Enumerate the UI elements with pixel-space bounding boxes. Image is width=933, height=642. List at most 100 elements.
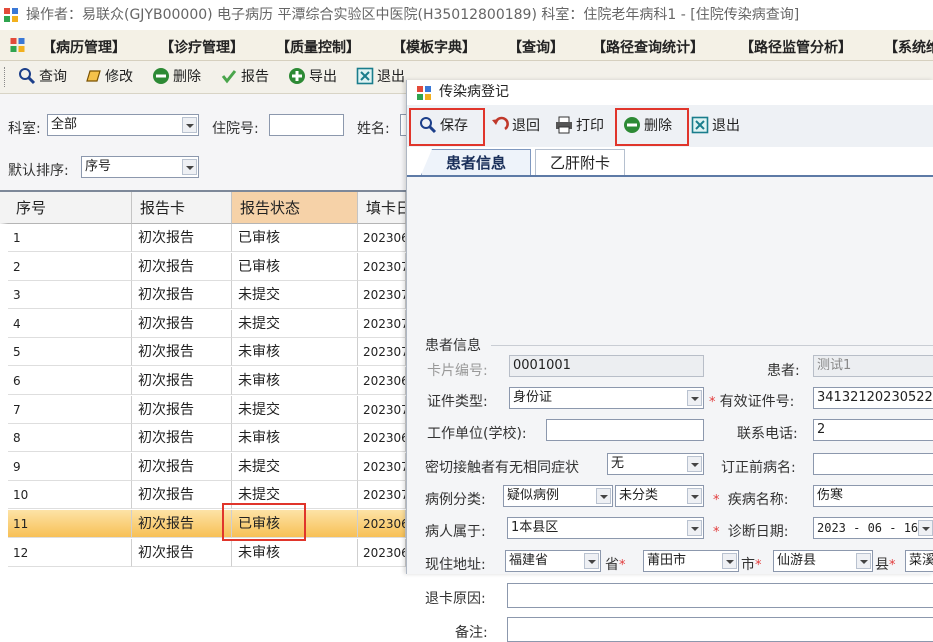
cell-report-status[interactable]: 未审核 bbox=[232, 424, 358, 453]
cell-no[interactable]: 12 bbox=[8, 538, 132, 567]
cell-fill-date[interactable]: 202307 bbox=[358, 452, 406, 481]
cell-report-card[interactable]: 初次报告 bbox=[132, 510, 232, 538]
chevron-down-icon[interactable] bbox=[687, 520, 702, 536]
menu-app-icon[interactable] bbox=[10, 38, 25, 52]
cell-no[interactable]: 10 bbox=[8, 481, 132, 510]
report-button[interactable]: 报告 bbox=[220, 67, 269, 87]
work-unit-input[interactable] bbox=[546, 419, 704, 441]
prev-disease-input[interactable] bbox=[813, 453, 933, 475]
cell-no[interactable]: 2 bbox=[8, 252, 132, 281]
cell-report-card[interactable]: 初次报告 bbox=[132, 452, 232, 481]
remark-input[interactable] bbox=[507, 617, 933, 642]
cell-fill-date[interactable]: 202306 bbox=[358, 424, 406, 453]
cell-report-card[interactable]: 初次报告 bbox=[132, 481, 232, 510]
chevron-down-icon[interactable] bbox=[722, 553, 737, 569]
menu-item-template-dictionary[interactable]: 【模板字典】 bbox=[392, 37, 476, 57]
cell-report-card[interactable]: 初次报告 bbox=[132, 395, 232, 424]
cell-report-card[interactable]: 初次报告 bbox=[132, 224, 232, 252]
dialog-exit-button[interactable]: 退出 bbox=[691, 116, 740, 136]
cell-no[interactable]: 11 bbox=[8, 510, 132, 538]
chevron-down-icon[interactable] bbox=[182, 159, 197, 175]
cell-no[interactable]: 6 bbox=[8, 367, 132, 395]
town-select[interactable]: 菜溪 bbox=[905, 550, 933, 572]
tab-hepatitis-b-card[interactable]: 乙肝附卡 bbox=[535, 149, 625, 175]
city-select[interactable]: 莆田市 bbox=[643, 550, 739, 572]
belong-select[interactable]: 1本县区 bbox=[507, 517, 704, 539]
cell-no[interactable]: 8 bbox=[8, 424, 132, 453]
cell-report-status[interactable]: 未审核 bbox=[232, 338, 358, 367]
chevron-down-icon[interactable] bbox=[596, 488, 611, 504]
cell-no[interactable]: 7 bbox=[8, 395, 132, 424]
print-button[interactable]: 打印 bbox=[555, 116, 604, 136]
chevron-down-icon[interactable] bbox=[584, 553, 599, 569]
cell-report-card[interactable]: 初次报告 bbox=[132, 367, 232, 395]
cell-report-card[interactable]: 初次报告 bbox=[132, 424, 232, 453]
chevron-down-icon[interactable] bbox=[856, 553, 871, 569]
cell-fill-date[interactable]: 202306 bbox=[358, 224, 406, 252]
disease-input[interactable]: 伤寒 bbox=[813, 485, 933, 507]
inpatient-no-input[interactable] bbox=[269, 114, 344, 136]
cell-fill-date[interactable]: 202307 bbox=[358, 338, 406, 367]
cell-fill-date[interactable]: 202307 bbox=[358, 281, 406, 310]
cell-report-status[interactable]: 未提交 bbox=[232, 309, 358, 338]
edit-button[interactable]: 修改 bbox=[84, 67, 133, 87]
cell-fill-date[interactable]: 202307 bbox=[358, 309, 406, 338]
cell-report-card[interactable]: 初次报告 bbox=[132, 309, 232, 338]
cell-report-status[interactable]: 已审核 bbox=[232, 252, 358, 281]
cell-no[interactable]: 5 bbox=[8, 338, 132, 367]
id-no-input[interactable]: 3413212023052247 bbox=[813, 387, 933, 409]
cell-no[interactable]: 9 bbox=[8, 452, 132, 481]
cell-report-status[interactable]: 未提交 bbox=[232, 281, 358, 310]
id-type-select[interactable]: 身份证 bbox=[509, 387, 704, 409]
cell-fill-date[interactable]: 202307 bbox=[358, 481, 406, 510]
phone-input[interactable]: 2 bbox=[813, 419, 933, 441]
export-button[interactable]: 导出 bbox=[288, 67, 337, 87]
chevron-down-icon[interactable] bbox=[687, 488, 702, 504]
cell-no[interactable]: 3 bbox=[8, 281, 132, 310]
cell-fill-date[interactable]: 202306 bbox=[358, 510, 406, 538]
column-header-no[interactable]: 序号 bbox=[0, 192, 132, 224]
toolbar-grip[interactable] bbox=[4, 67, 7, 87]
county-select[interactable]: 仙游县 bbox=[773, 550, 873, 572]
cell-report-status[interactable]: 未提交 bbox=[232, 395, 358, 424]
menu-item-quality-control[interactable]: 【质量控制】 bbox=[276, 37, 360, 57]
cell-report-card[interactable]: 初次报告 bbox=[132, 338, 232, 367]
column-header-fill-date[interactable]: 填卡日 bbox=[358, 192, 406, 224]
chevron-down-icon[interactable] bbox=[687, 456, 702, 472]
chevron-down-icon[interactable] bbox=[687, 390, 702, 406]
withdraw-button[interactable]: 退回 bbox=[491, 116, 540, 136]
diag-date-picker[interactable]: 2023 - 06 - 16 bbox=[813, 517, 933, 539]
menu-item-path-supervision-analysis[interactable]: 【路径监管分析】 bbox=[740, 37, 852, 57]
case-class-select[interactable]: 疑似病例 bbox=[503, 485, 613, 507]
contact-symptom-select[interactable]: 无 bbox=[607, 453, 704, 475]
cell-report-card[interactable]: 初次报告 bbox=[132, 538, 232, 567]
cell-no[interactable]: 1 bbox=[8, 224, 132, 252]
menu-item-path-query-statistics[interactable]: 【路径查询统计】 bbox=[592, 37, 704, 57]
sort-select[interactable]: 序号 bbox=[81, 156, 199, 178]
cell-report-status[interactable]: 已审核 bbox=[232, 224, 358, 252]
query-button[interactable]: 查询 bbox=[18, 67, 67, 87]
cell-no[interactable]: 4 bbox=[8, 309, 132, 338]
tab-patient-info[interactable]: 患者信息 bbox=[421, 149, 531, 175]
exit-button[interactable]: 退出 bbox=[356, 67, 405, 87]
chevron-down-icon[interactable] bbox=[182, 117, 197, 133]
menu-item-record-management[interactable]: 【病历管理】 bbox=[42, 37, 126, 57]
cell-report-status[interactable]: 未提交 bbox=[232, 452, 358, 481]
province-select[interactable]: 福建省 bbox=[505, 550, 601, 572]
chevron-down-icon[interactable] bbox=[918, 520, 933, 536]
case-subclass-select[interactable]: 未分类 bbox=[615, 485, 704, 507]
delete-button[interactable]: 删除 bbox=[152, 67, 201, 87]
cell-report-card[interactable]: 初次报告 bbox=[132, 281, 232, 310]
menu-item-system[interactable]: 【系统维 bbox=[884, 37, 933, 57]
cell-report-status[interactable]: 未审核 bbox=[232, 367, 358, 395]
cell-fill-date[interactable]: 202306 bbox=[358, 367, 406, 395]
dept-select[interactable]: 全部 bbox=[47, 114, 199, 136]
cell-report-status[interactable]: 未审核 bbox=[232, 538, 358, 567]
withdraw-reason-input[interactable] bbox=[507, 583, 933, 608]
cell-report-card[interactable]: 初次报告 bbox=[132, 252, 232, 281]
menu-item-query[interactable]: 【查询】 bbox=[508, 37, 564, 57]
column-header-card[interactable]: 报告卡 bbox=[132, 192, 232, 224]
cell-fill-date[interactable]: 202307 bbox=[358, 395, 406, 424]
cell-fill-date[interactable]: 202307 bbox=[358, 252, 406, 281]
column-header-status[interactable]: 报告状态 bbox=[232, 192, 358, 224]
